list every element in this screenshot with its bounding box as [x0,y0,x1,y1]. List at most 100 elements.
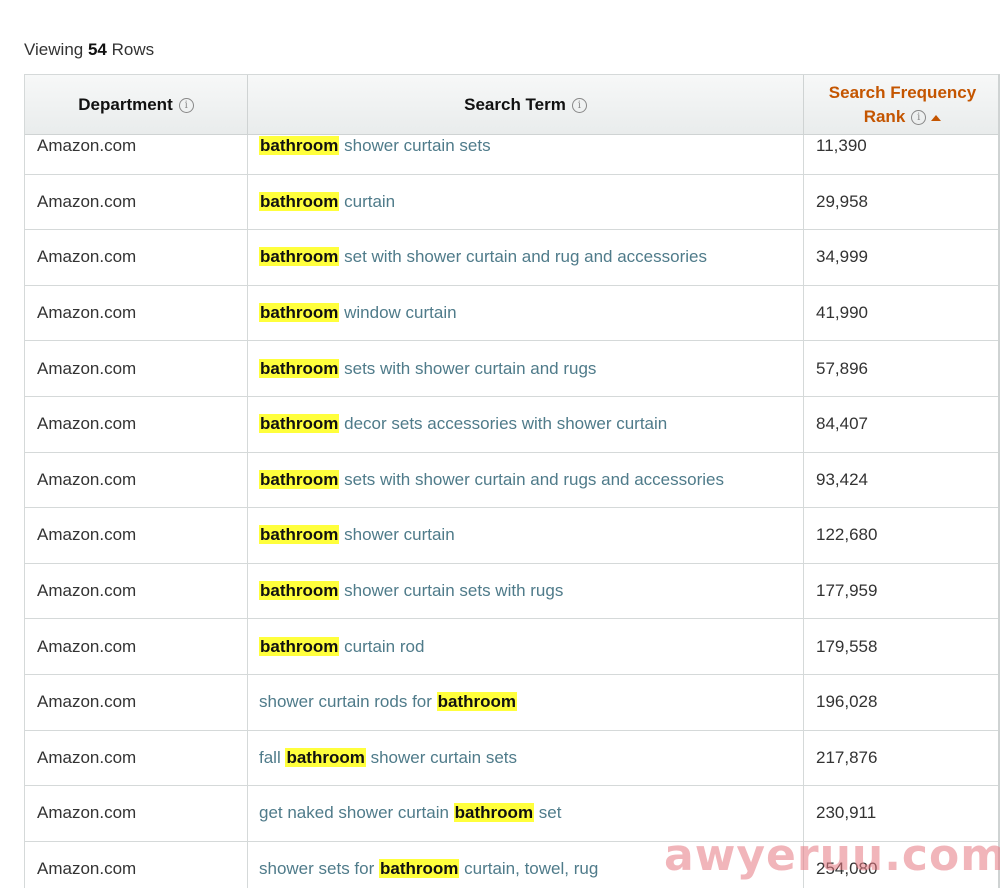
search-term-suffix: curtain [339,191,396,211]
table-row: Amazon.com bathroom window curtain 41,990 [25,285,1000,342]
search-term-highlight: bathroom [259,581,340,601]
row-count-label: Viewing 54 Rows [24,40,154,60]
search-term-text: shower curtain rods for bathroom [259,692,518,712]
search-term-suffix: shower curtain sets [365,747,518,767]
viewing-suffix: Rows [111,40,155,59]
search-term-suffix: curtain rod [339,636,425,656]
search-term-text: fall bathroom shower curtain sets [259,747,518,768]
search-term-highlight: bathroom [259,247,340,267]
search-term-highlight: bathroom [453,803,535,823]
search-term-text: bathroom set with shower curtain and rug… [259,247,707,267]
table-row: Amazon.com bathroom sets with shower curt… [25,341,1000,397]
rank-cell: 177,959 [803,563,1000,619]
search-term-link[interactable]: bathroom curtain [247,174,803,230]
department-cell: Amazon.com [37,191,137,211]
department-cell: Amazon.com [37,525,137,545]
search-term-link[interactable]: bathroom sets with shower curtain and ru… [247,452,803,508]
table-row: Amazon.com bathroom shower curtain sets w… [25,563,1000,620]
search-term-suffix: sets with shower curtain and rugs and ac… [339,469,724,489]
search-term-suffix: set [534,803,562,823]
search-term-suffix: decor sets accessories with shower curta… [339,414,668,434]
info-icon[interactable]: i [571,97,587,113]
rank-cell: 196,028 [803,674,1000,730]
department-cell: Amazon.com [37,303,137,323]
search-term-highlight: bathroom [259,636,340,656]
search-term-highlight: bathroom [285,747,366,767]
viewing-prefix: Viewing [24,40,84,59]
rank-header-line2: Rank [863,107,906,126]
search-term-text: shower sets for bathroom curtain, towel,… [259,859,598,879]
search-term-prefix: fall [259,747,286,767]
search-term-text: bathroom curtain rod [259,636,425,657]
table-row: Amazon.com bathroom shower curtain 122,680 [25,508,1000,564]
search-term-text: bathroom decor sets accessories with sho… [259,414,667,434]
department-header-label: Department [78,95,173,114]
search-term-suffix: shower curtain [339,525,455,545]
table-row: Amazon.com bathroom set with shower curta… [25,230,1000,286]
search-term-link[interactable]: shower curtain rods for bathroom [247,674,803,730]
table-row: Amazon.com bathroom curtain rod 179,558 [25,619,1000,675]
search-term-link[interactable]: bathroom shower curtain [247,508,803,563]
search-term-link[interactable]: bathroom shower curtain sets with rugs [247,563,803,619]
column-header-search-frequency-rank[interactable]: Search Frequency Rank i [803,75,1000,135]
search-term-highlight: bathroom [259,525,340,545]
column-header-search-term[interactable]: Search Term i [247,75,803,135]
department-cell: Amazon.com [37,469,137,489]
rank-cell: 93,424 [803,452,1000,508]
search-term-text: bathroom shower curtain sets [259,136,491,156]
table-row: Amazon.com shower curtain rods for bathro… [25,674,1000,731]
search-term-text: bathroom curtain [259,191,396,212]
rank-cell: 84,407 [803,396,1000,452]
table-row: Amazon.com bathroom curtain 29,958 [25,174,1000,231]
rank-cell: 217,876 [803,730,1000,786]
search-term-prefix: get naked shower curtain [259,803,454,823]
search-term-link[interactable]: fall bathroom shower curtain sets [247,730,803,786]
table-header: Department i Search Term i Search Freque… [25,75,1000,135]
sort-ascending-icon[interactable] [931,114,942,121]
department-cell: Amazon.com [37,247,137,267]
search-term-text: get naked shower curtain bathroom set [259,803,561,823]
search-term-header-label: Search Term [464,95,566,114]
search-term-text: bathroom sets with shower curtain and ru… [259,358,597,379]
search-term-highlight: bathroom [379,859,460,879]
rank-header-line1: Search Frequency [828,83,977,102]
search-term-link[interactable]: bathroom window curtain [247,285,803,341]
table-row: Amazon.com fall bathroom shower curtain s… [25,730,1000,787]
department-cell: Amazon.com [37,581,137,601]
search-term-link[interactable]: bathroom set with shower curtain and rug… [247,230,803,285]
search-term-text: bathroom sets with shower curtain and ru… [259,469,724,490]
watermark: awyeruu.com [664,830,1000,881]
search-term-highlight: bathroom [259,358,340,378]
department-cell: Amazon.com [37,859,137,879]
search-term-link[interactable]: bathroom curtain rod [247,619,803,674]
search-term-highlight: bathroom [259,136,340,156]
search-term-suffix: set with shower curtain and rug and acce… [339,247,707,267]
department-cell: Amazon.com [37,803,137,823]
search-term-suffix: window curtain [339,303,457,323]
column-header-department[interactable]: Department i [25,75,247,135]
rank-cell: 34,999 [803,230,1000,285]
search-term-highlight: bathroom [259,303,340,323]
department-cell: Amazon.com [37,692,137,712]
department-cell: Amazon.com [37,358,137,378]
search-term-text: bathroom window curtain [259,303,457,323]
search-term-suffix: shower curtain sets with rugs [339,581,564,601]
department-cell: Amazon.com [37,636,137,656]
search-term-highlight: bathroom [259,469,340,489]
search-term-suffix: curtain, towel, rug [459,859,599,879]
search-term-text: bathroom shower curtain [259,525,455,545]
info-icon[interactable]: i [178,97,194,113]
department-cell: Amazon.com [37,414,137,434]
search-term-highlight: bathroom [259,414,340,434]
rank-cell: 179,558 [803,619,1000,674]
info-icon[interactable]: i [911,110,927,126]
search-term-suffix: sets with shower curtain and rugs [339,358,597,378]
department-cell: Amazon.com [37,747,137,767]
search-term-highlight: bathroom [259,191,340,211]
table-body: Amazon.com bathroom shower curtain sets 11… [25,119,1000,888]
rank-cell: 41,990 [803,285,1000,341]
search-term-link[interactable]: bathroom decor sets accessories with sho… [247,396,803,452]
rank-cell: 29,958 [803,174,1000,230]
search-term-suffix: shower curtain sets [339,136,491,156]
search-term-link[interactable]: bathroom sets with shower curtain and ru… [247,341,803,396]
